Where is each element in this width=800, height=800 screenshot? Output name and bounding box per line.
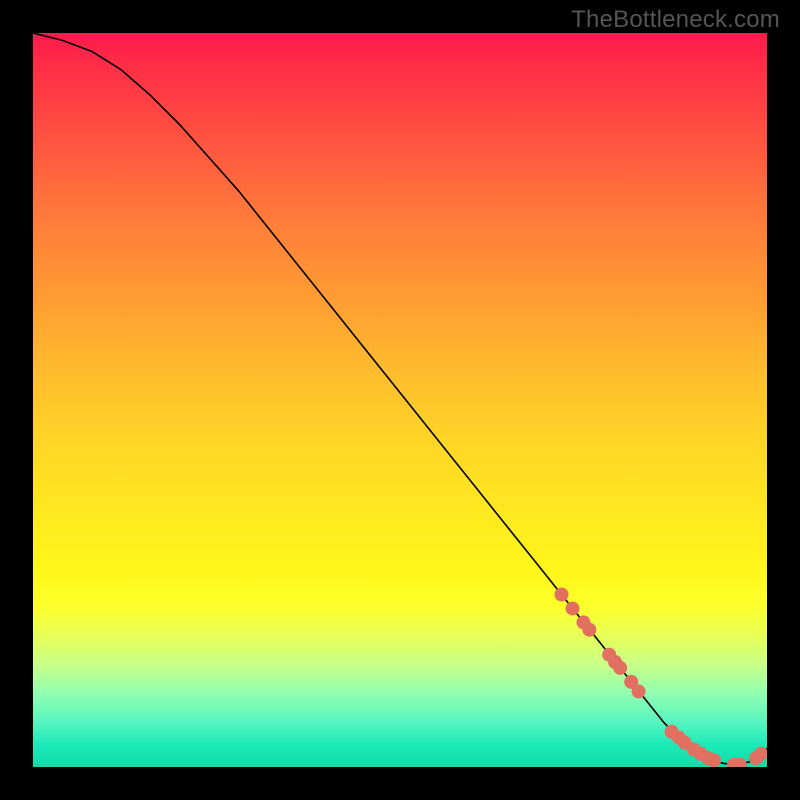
data-marker: [565, 601, 579, 615]
curve-line: [33, 33, 767, 765]
data-marker: [582, 623, 596, 637]
chart-svg: [33, 33, 767, 767]
data-marker: [632, 684, 646, 698]
data-marker: [613, 661, 627, 675]
data-marker: [707, 753, 721, 767]
chart-plot-area: [33, 33, 767, 767]
data-marker: [554, 588, 568, 602]
watermark-text: TheBottleneck.com: [571, 6, 780, 34]
